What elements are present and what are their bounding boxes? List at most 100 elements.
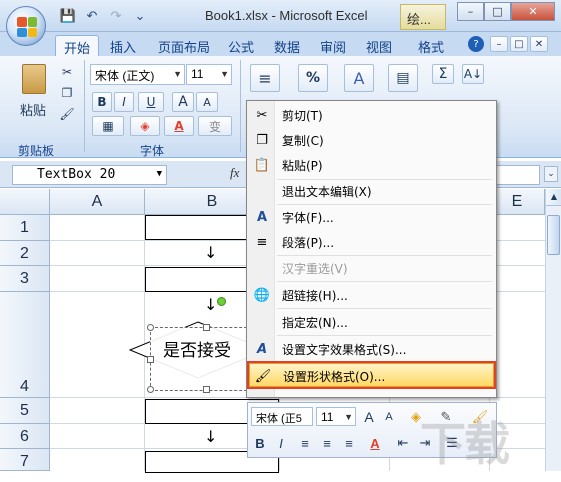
- textbox-text[interactable]: 是否接受: [163, 336, 231, 361]
- rotation-handle[interactable]: [217, 297, 226, 306]
- bold-button[interactable]: B: [92, 92, 112, 112]
- mini-font-name-value: 宋体 (正5: [256, 413, 302, 425]
- column-header-a[interactable]: A: [50, 189, 145, 215]
- clipboard-icon: [22, 64, 46, 94]
- tab-data[interactable]: 数据: [266, 35, 308, 56]
- menu-item-assign-macro[interactable]: 指定宏(N)...: [249, 310, 494, 334]
- fx-icon[interactable]: fx: [230, 165, 239, 181]
- watermark-logo: 下载: [420, 417, 510, 471]
- close-button[interactable]: ✕: [511, 2, 555, 21]
- chevron-down-icon[interactable]: ▼: [220, 69, 229, 79]
- percent-button[interactable]: %: [298, 64, 328, 92]
- tab-format[interactable]: 格式: [410, 35, 452, 56]
- font-name-combo[interactable]: 宋体 (正文) ▼: [90, 64, 185, 85]
- shrink-font-icon[interactable]: A: [380, 408, 398, 426]
- chevron-down-icon[interactable]: ▼: [157, 169, 162, 179]
- menu-item-text-effects[interactable]: A 设置文字效果格式(S)...: [249, 337, 494, 361]
- chevron-down-icon[interactable]: ▼: [173, 69, 182, 79]
- window-title: Book1.xlsx - Microsoft Excel: [205, 8, 368, 23]
- help-icon[interactable]: ?: [468, 36, 484, 52]
- arrow-down-icon: ↓: [204, 295, 218, 314]
- scroll-up-icon[interactable]: ▲: [546, 189, 561, 206]
- phonetic-icon[interactable]: 变: [198, 116, 232, 136]
- tab-page-layout[interactable]: 页面布局: [150, 35, 218, 56]
- shrink-font-button[interactable]: A: [196, 92, 218, 112]
- office-button[interactable]: [6, 6, 46, 46]
- cells-icon[interactable]: ▤: [388, 64, 418, 92]
- row-header-2[interactable]: 2: [0, 241, 50, 266]
- grow-font-button[interactable]: A: [172, 92, 194, 112]
- menu-item-format-shape[interactable]: 🖌 设置形状格式(O)...: [247, 361, 496, 389]
- undo-icon[interactable]: ↶: [82, 7, 102, 25]
- resize-handle[interactable]: [147, 324, 154, 331]
- tab-insert[interactable]: 插入: [102, 35, 144, 56]
- tab-formulas[interactable]: 公式: [220, 35, 262, 56]
- font-color-icon[interactable]: A: [164, 116, 194, 136]
- align-center-icon[interactable]: ≡: [318, 434, 336, 452]
- fill-color-icon[interactable]: ◈: [130, 116, 160, 136]
- column-header-e[interactable]: E: [490, 189, 545, 215]
- menu-item-copy[interactable]: ❐ 复制(C): [249, 128, 494, 152]
- decrease-indent-icon[interactable]: ⇤: [394, 434, 412, 452]
- resize-handle[interactable]: [203, 324, 210, 331]
- restore-button[interactable]: □: [484, 2, 511, 21]
- chevron-down-icon[interactable]: ▼: [344, 412, 353, 422]
- row-header-7[interactable]: 7: [0, 449, 50, 471]
- menu-item-paste[interactable]: 📋 粘贴(P): [249, 153, 494, 177]
- menu-item-label: 粘贴(P): [282, 159, 323, 173]
- clipboard-group-label: 剪贴板: [18, 144, 55, 158]
- tab-home[interactable]: 开始: [55, 35, 100, 56]
- font-size-combo[interactable]: 11 ▼: [186, 64, 232, 85]
- mini-font-name-combo[interactable]: 宋体 (正5: [251, 407, 313, 426]
- row-header-6[interactable]: 6: [0, 424, 50, 449]
- autosum-button[interactable]: Σ: [432, 64, 454, 84]
- grow-font-icon[interactable]: A: [360, 408, 378, 426]
- office-logo-icon: [17, 17, 37, 37]
- menu-item-cut[interactable]: ✂ 剪切(T): [249, 103, 494, 127]
- expand-formula-bar-icon[interactable]: ⌄: [544, 166, 558, 182]
- menu-item-paragraph[interactable]: ≡ 段落(P)...: [249, 230, 494, 254]
- copy-icon[interactable]: ❐: [58, 85, 76, 101]
- resize-handle[interactable]: [147, 356, 154, 363]
- resize-handle[interactable]: [203, 386, 210, 393]
- align-left-icon[interactable]: ≡: [296, 434, 314, 452]
- resize-handle[interactable]: [147, 386, 154, 393]
- row-header-5[interactable]: 5: [0, 398, 50, 424]
- paste-button[interactable]: 粘贴: [16, 62, 56, 122]
- paste-icon: 📋: [253, 157, 271, 173]
- borders-icon[interactable]: ▦: [92, 116, 124, 136]
- redo-icon[interactable]: ↷: [106, 7, 126, 25]
- ribbon-close-button[interactable]: ✕: [530, 36, 548, 52]
- quick-access-toolbar: 💾 ↶ ↷ ⌄: [58, 7, 150, 25]
- tab-view[interactable]: 视图: [358, 35, 400, 56]
- ribbon-restore-button[interactable]: □: [510, 36, 528, 52]
- mini-font-size-combo[interactable]: 11 ▼: [316, 407, 356, 426]
- cut-icon[interactable]: ✂: [58, 64, 76, 80]
- save-icon[interactable]: 💾: [58, 7, 78, 25]
- align-right-icon[interactable]: ≡: [340, 434, 358, 452]
- row-header-3[interactable]: 3: [0, 266, 50, 292]
- tab-review[interactable]: 审阅: [312, 35, 354, 56]
- name-box[interactable]: TextBox 20 ▼: [12, 165, 167, 185]
- menu-item-font[interactable]: A 字体(F)...: [249, 205, 494, 229]
- ribbon-minimize-button[interactable]: –: [490, 36, 508, 52]
- mini-italic-button[interactable]: I: [272, 434, 290, 452]
- italic-button[interactable]: I: [114, 92, 134, 112]
- mini-bold-button[interactable]: B: [251, 434, 269, 452]
- menu-item-hyperlink[interactable]: 🌐 超链接(H)...: [249, 283, 494, 307]
- customize-icon[interactable]: ⌄: [130, 7, 150, 25]
- format-painter-icon[interactable]: 🖌: [58, 106, 76, 122]
- row-header-1[interactable]: 1: [0, 215, 50, 241]
- menu-item-exit-text-edit[interactable]: 退出文本编辑(X): [249, 179, 494, 203]
- styles-icon[interactable]: A: [344, 64, 374, 92]
- select-all-corner[interactable]: [0, 189, 50, 215]
- font-color-icon[interactable]: A: [364, 434, 386, 452]
- scroll-thumb[interactable]: [547, 215, 560, 255]
- underline-button[interactable]: U: [138, 92, 164, 112]
- align-icon[interactable]: ≡: [250, 64, 280, 92]
- row-header-4[interactable]: 4: [0, 292, 50, 398]
- minimize-button[interactable]: –: [457, 2, 484, 21]
- sort-icon[interactable]: A↓: [462, 64, 484, 84]
- font-group-label: 字体: [140, 144, 165, 158]
- vertical-scrollbar[interactable]: ▲: [545, 189, 561, 471]
